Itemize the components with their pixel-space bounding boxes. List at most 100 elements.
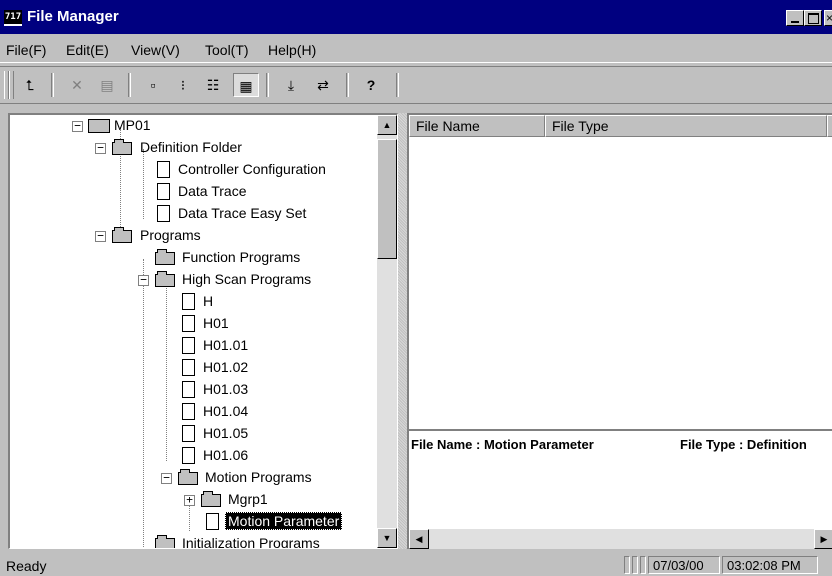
menu-file[interactable]: File(F)	[6, 42, 46, 58]
tree-item-label: H01.05	[203, 425, 249, 441]
arrow-left-icon: ◀	[415, 534, 423, 544]
tree-item-function-programs[interactable]: Function Programs	[10, 247, 380, 269]
toolbar: ⮤ ✕ ▤ ▫ ⁝ ☷ ▦ ⤓ ⇄ ?	[0, 66, 832, 104]
tree-item-high-scan-programs[interactable]: − High Scan Programs	[10, 269, 380, 291]
toolbar-separator	[346, 73, 349, 97]
detail-horizontal-scrollbar[interactable]: ◀ ▶	[409, 529, 832, 549]
tree-item-h01-03[interactable]: H01.03	[10, 379, 380, 401]
tree-item-controller-configuration[interactable]: Controller Configuration	[10, 159, 380, 181]
column-header-file-name[interactable]: File Name	[409, 115, 545, 137]
scroll-down-button[interactable]: ▼	[377, 528, 397, 548]
tree-item-label: High Scan Programs	[182, 271, 312, 287]
tree-item-mgrp1[interactable]: + Mgrp1	[10, 489, 380, 511]
collapse-toggle[interactable]: −	[95, 230, 106, 242]
app-icon[interactable]: 717	[4, 10, 22, 26]
tree-item-h01-05[interactable]: H01.05	[10, 423, 380, 445]
properties-icon: ▤	[100, 77, 114, 93]
tree-item-label: Motion Parameter	[225, 512, 343, 530]
menu-edit[interactable]: Edit(E)	[66, 42, 109, 58]
properties-button[interactable]: ▤	[94, 73, 120, 97]
detail-file-name: File Name : Motion Parameter	[411, 437, 594, 452]
column-header-extra[interactable]	[827, 115, 832, 137]
document-icon	[182, 293, 195, 310]
tree-item-label: H01.02	[203, 359, 249, 375]
document-icon	[182, 425, 195, 442]
column-header-file-type[interactable]: File Type	[545, 115, 827, 137]
folder-icon	[201, 491, 221, 507]
toolbar-separator	[128, 73, 131, 97]
document-icon	[182, 359, 195, 376]
large-icons-icon: ▫	[150, 77, 156, 93]
details-view-button[interactable]: ▦	[233, 73, 259, 97]
details-view-icon: ▦	[239, 78, 253, 94]
tree-item-label: MP01	[114, 117, 151, 133]
scroll-thumb[interactable]	[377, 139, 397, 259]
document-icon	[157, 183, 170, 200]
scroll-right-button[interactable]: ▶	[814, 529, 832, 549]
close-button[interactable]: ×	[824, 10, 832, 26]
collapse-toggle[interactable]: −	[161, 472, 172, 484]
maximize-button[interactable]	[804, 10, 822, 26]
large-icons-button[interactable]: ▫	[140, 73, 166, 97]
arrow-up-icon: ▲	[382, 120, 392, 130]
tree-item-initialization-programs[interactable]: Initialization Programs	[10, 533, 380, 549]
collapse-toggle[interactable]: −	[95, 142, 106, 154]
tree-item-label: H01.01	[203, 337, 249, 353]
list-view-icon: ☷	[206, 77, 220, 93]
tree-item-label: H	[203, 293, 214, 309]
up-folder-button[interactable]: ⮤	[17, 73, 43, 97]
tree-item-mp01[interactable]: − MP01	[10, 115, 380, 137]
help-button[interactable]: ?	[358, 73, 384, 97]
document-icon	[182, 315, 195, 332]
tree-item-label: Motion Programs	[205, 469, 312, 485]
tree-item-label: Data Trace	[178, 183, 247, 199]
up-folder-icon: ⮤	[25, 77, 35, 93]
tree-item-data-trace-easy-set[interactable]: Data Trace Easy Set	[10, 203, 380, 225]
tree-item-h01[interactable]: H01	[10, 313, 380, 335]
tree-item-definition-folder[interactable]: − Definition Folder	[10, 137, 380, 159]
tree-item-label: H01	[203, 315, 229, 331]
document-icon	[182, 337, 195, 354]
status-date: 07/03/00	[648, 556, 720, 574]
tree-item-label: Initialization Programs	[182, 535, 320, 549]
tree-item-h01-02[interactable]: H01.02	[10, 357, 380, 379]
folder-icon	[178, 469, 198, 485]
file-detail-pane: File Name : Motion Parameter File Type :…	[407, 429, 832, 549]
menu-help[interactable]: Help(H)	[268, 42, 316, 58]
tree-item-label: Controller Configuration	[178, 161, 326, 177]
pane-splitter[interactable]	[398, 113, 407, 549]
tree-item-data-trace[interactable]: Data Trace	[10, 181, 380, 203]
toolbar-grip[interactable]	[9, 71, 14, 99]
scroll-left-button[interactable]: ◀	[409, 529, 429, 549]
tree-item-motion-parameter[interactable]: Motion Parameter	[10, 511, 380, 533]
tree-item-motion-programs[interactable]: − Motion Programs	[10, 467, 380, 489]
file-list[interactable]: File Name File Type	[407, 113, 832, 429]
document-icon	[157, 161, 170, 178]
tree-item-h01-01[interactable]: H01.01	[10, 335, 380, 357]
tree-item-h[interactable]: H	[10, 291, 380, 313]
expand-toggle[interactable]: +	[184, 494, 195, 506]
transfer-button[interactable]: ⇄	[310, 73, 336, 97]
delete-button[interactable]: ✕	[64, 73, 90, 97]
document-icon	[182, 381, 195, 398]
tree-vertical-scrollbar[interactable]: ▲ ▼	[377, 115, 397, 548]
tree-item-h01-04[interactable]: H01.04	[10, 401, 380, 423]
tree-item-label: H01.06	[203, 447, 249, 463]
download-button[interactable]: ⤓	[278, 73, 304, 97]
folder-icon	[112, 139, 132, 155]
collapse-toggle[interactable]: −	[138, 274, 149, 286]
folder-tree[interactable]: − MP01 − Definition Folder Controller Co…	[8, 113, 398, 549]
list-view-button[interactable]: ☷	[200, 73, 226, 97]
menu-tool[interactable]: Tool(T)	[205, 42, 249, 58]
menu-view[interactable]: View(V)	[131, 42, 180, 58]
collapse-toggle[interactable]: −	[72, 120, 83, 132]
minimize-button[interactable]	[786, 10, 804, 26]
status-time: 03:02:08 PM	[722, 556, 818, 574]
arrow-right-icon: ▶	[820, 534, 828, 544]
small-icons-button[interactable]: ⁝	[170, 73, 196, 97]
tree-item-programs[interactable]: − Programs	[10, 225, 380, 247]
close-icon: ×	[826, 11, 832, 25]
tree-item-label: Function Programs	[182, 249, 301, 265]
tree-item-h01-06[interactable]: H01.06	[10, 445, 380, 467]
scroll-up-button[interactable]: ▲	[377, 115, 397, 135]
